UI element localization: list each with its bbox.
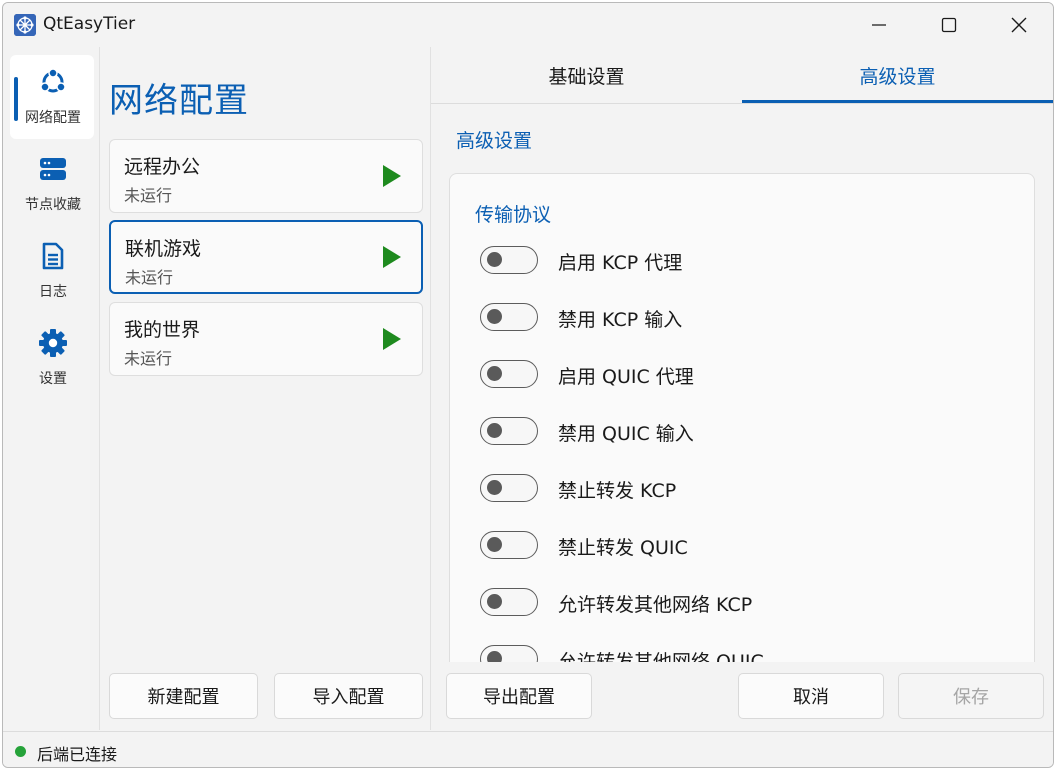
toggle-switch[interactable] (480, 531, 538, 559)
option-label: 禁止转发 KCP (558, 480, 677, 502)
toggle-knob (487, 651, 502, 662)
config-status: 未运行 (124, 186, 173, 205)
tab-advanced-settings[interactable]: 高级设置 (742, 47, 1053, 103)
import-config-button[interactable]: 导入配置 (274, 673, 423, 719)
config-card[interactable]: 我的世界 未运行 (109, 302, 423, 376)
network-icon (40, 68, 66, 93)
play-icon[interactable] (382, 164, 402, 188)
config-list-pane: 网络配置 远程办公 未运行 联机游戏 未运行 我的世界 未运行 新建配置 导入配… (100, 47, 431, 730)
toggle-knob (487, 594, 502, 609)
save-button[interactable]: 保存 (898, 673, 1044, 719)
toggle-knob (487, 537, 502, 552)
config-name: 远程办公 (124, 156, 201, 178)
nav-item-logs[interactable]: 日志 (10, 229, 94, 313)
config-card-selected[interactable]: 联机游戏 未运行 (109, 220, 423, 294)
title-bar: QtEasyTier (3, 3, 1053, 47)
option-row: 启用 KCP 代理 (480, 246, 1000, 276)
config-name: 联机游戏 (125, 238, 202, 260)
new-config-button[interactable]: 新建配置 (109, 673, 258, 719)
config-name: 我的世界 (124, 319, 201, 341)
toggle-knob (487, 309, 502, 324)
toggle-knob (487, 366, 502, 381)
editor-tabs: 基础设置 高级设置 (431, 47, 1053, 104)
play-icon[interactable] (382, 245, 402, 269)
tab-basic-settings[interactable]: 基础设置 (431, 47, 742, 103)
option-label: 允许转发其他网络 QUIC (558, 651, 764, 662)
settings-panel[interactable]: 传输协议 启用 KCP 代理 禁用 KCP 输入 启用 QUIC 代理 禁用 Q… (449, 173, 1035, 662)
config-status: 未运行 (124, 349, 173, 368)
option-row: 允许转发其他网络 KCP (480, 588, 1000, 618)
toggle-knob (487, 480, 502, 495)
maximize-button[interactable] (919, 3, 979, 47)
window-title: QtEasyTier (43, 14, 136, 34)
app-logo-icon (14, 14, 36, 36)
nav-item-settings[interactable]: 设置 (10, 316, 94, 400)
play-icon[interactable] (382, 327, 402, 351)
connection-status-dot (15, 746, 26, 757)
nav-label: 设置 (39, 371, 67, 387)
config-card[interactable]: 远程办公 未运行 (109, 139, 423, 213)
maximize-icon (941, 17, 957, 33)
close-icon (1011, 17, 1027, 33)
toggle-switch[interactable] (480, 645, 538, 662)
server-icon (40, 158, 66, 180)
nav-rail: 网络配置 节点收藏 日志 设置 (3, 47, 100, 730)
option-label: 启用 KCP 代理 (558, 252, 683, 274)
nav-item-node-favorites[interactable]: 节点收藏 (10, 142, 94, 226)
config-status: 未运行 (125, 268, 174, 287)
nav-label: 日志 (39, 284, 67, 300)
status-bar: 后端已连接 (3, 731, 1053, 767)
toggle-knob (487, 423, 502, 438)
toggle-switch[interactable] (480, 417, 538, 445)
minimize-button[interactable] (849, 3, 909, 47)
tab-indicator (742, 100, 1053, 103)
toggle-switch[interactable] (480, 303, 538, 331)
option-row: 禁用 QUIC 输入 (480, 417, 1000, 447)
close-button[interactable] (989, 3, 1049, 47)
minimize-icon (872, 24, 886, 26)
option-label: 禁止转发 QUIC (558, 537, 688, 559)
toggle-switch[interactable] (480, 246, 538, 274)
option-row: 启用 QUIC 代理 (480, 360, 1000, 390)
nav-label: 网络配置 (25, 110, 81, 126)
page-title: 网络配置 (109, 81, 249, 121)
option-label: 禁用 KCP 输入 (558, 309, 683, 331)
gear-icon (39, 329, 67, 357)
export-config-button[interactable]: 导出配置 (446, 673, 592, 719)
config-editor-pane: 基础设置 高级设置 高级设置 传输协议 启用 KCP 代理 禁用 KCP 输入 … (431, 47, 1053, 730)
option-row: 禁用 KCP 输入 (480, 303, 1000, 333)
option-label: 禁用 QUIC 输入 (558, 423, 694, 445)
toggle-knob (487, 252, 502, 267)
section-title: 高级设置 (456, 130, 533, 152)
group-title: 传输协议 (475, 204, 552, 226)
nav-item-network-config[interactable]: 网络配置 (10, 55, 94, 139)
status-text: 后端已连接 (37, 745, 118, 764)
nav-label: 节点收藏 (25, 197, 81, 213)
cancel-button[interactable]: 取消 (738, 673, 884, 719)
document-icon (42, 242, 64, 270)
option-label: 启用 QUIC 代理 (558, 366, 694, 388)
app-window: QtEasyTier 网络配置 节点收藏 日志 设置 网络配置 远程办公 未运行… (2, 2, 1054, 768)
toggle-switch[interactable] (480, 474, 538, 502)
option-row: 禁止转发 QUIC (480, 531, 1000, 561)
option-row: 禁止转发 KCP (480, 474, 1000, 504)
option-label: 允许转发其他网络 KCP (558, 594, 753, 616)
toggle-switch[interactable] (480, 360, 538, 388)
option-row: 允许转发其他网络 QUIC (480, 645, 1000, 662)
toggle-switch[interactable] (480, 588, 538, 616)
